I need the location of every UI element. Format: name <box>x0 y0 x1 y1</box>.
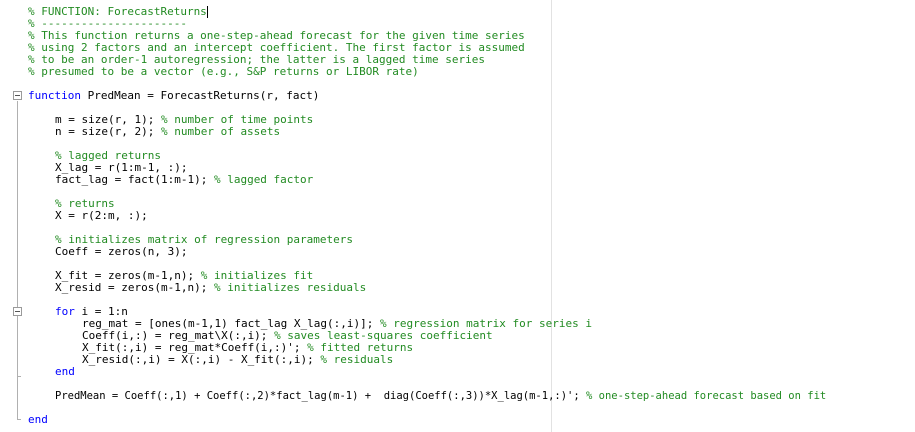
code-line-9[interactable]: n = size(r, 2); % number of assets <box>55 126 280 138</box>
comment-text: % one-step-ahead forecast based on fit <box>586 390 827 402</box>
code-text: n = size(r, 2); <box>55 125 161 138</box>
code-text: PredMean = ForecastReturns(r, fact) <box>80 89 320 102</box>
code-text: fact_lag = fact(1:m-1); <box>55 173 214 186</box>
code-text: X_resid = zeros(m-1,n); <box>55 281 214 294</box>
keyword-end: end <box>28 413 48 426</box>
code-line-23[interactable]: X_resid(:,i) = X(:,i) - X_fit(:,i); % re… <box>82 354 393 366</box>
keyword-function: function <box>28 89 81 102</box>
comment-text: % number of assets <box>160 125 281 138</box>
code-editor[interactable]: % FUNCTION: ForecastReturns % ----------… <box>0 0 915 432</box>
code-line-18[interactable]: X_resid = zeros(m-1,n); % initializes re… <box>55 282 366 294</box>
code-line-16[interactable]: Coeff = zeros(n, 3); <box>55 246 187 258</box>
code-text: PredMean = Coeff(:,1) + Coeff(:,2)*fact_… <box>55 390 587 402</box>
comment-text: % lagged factor <box>213 173 314 186</box>
code-line-24[interactable]: end <box>55 366 75 378</box>
comment-text: % initializes residuals <box>213 281 367 294</box>
code-line-25[interactable]: PredMean = Coeff(:,1) + Coeff(:,2)*fact_… <box>55 390 826 402</box>
fold-end-for <box>17 376 21 377</box>
text-cursor <box>206 6 208 18</box>
code-line-6[interactable]: % presumed to be a vector (e.g., S&P ret… <box>28 66 419 78</box>
code-text: X_resid(:,i) = X(:,i) - X_fit(:,i); <box>82 353 321 366</box>
fold-guide-for <box>17 317 18 376</box>
right-margin-line <box>551 0 552 432</box>
comment-text: % presumed to be a vector (e.g., S&P ret… <box>28 65 419 78</box>
fold-for-icon[interactable] <box>13 307 22 316</box>
code-text: Coeff = zeros(n, 3); <box>55 245 188 258</box>
keyword-end: end <box>55 365 75 378</box>
comment-text: % residuals <box>320 353 394 366</box>
code-line-7[interactable]: function PredMean = ForecastReturns(r, f… <box>28 90 319 102</box>
code-line-14[interactable]: X = r(2:m, :); <box>55 210 148 222</box>
fold-end-function <box>17 419 21 420</box>
code-text: X = r(2:m, :); <box>55 209 148 222</box>
fold-function-icon[interactable] <box>13 91 22 100</box>
code-line-12[interactable]: fact_lag = fact(1:m-1); % lagged factor <box>55 174 313 186</box>
keyword-for: for <box>55 305 75 318</box>
code-line-26[interactable]: end <box>28 414 48 426</box>
